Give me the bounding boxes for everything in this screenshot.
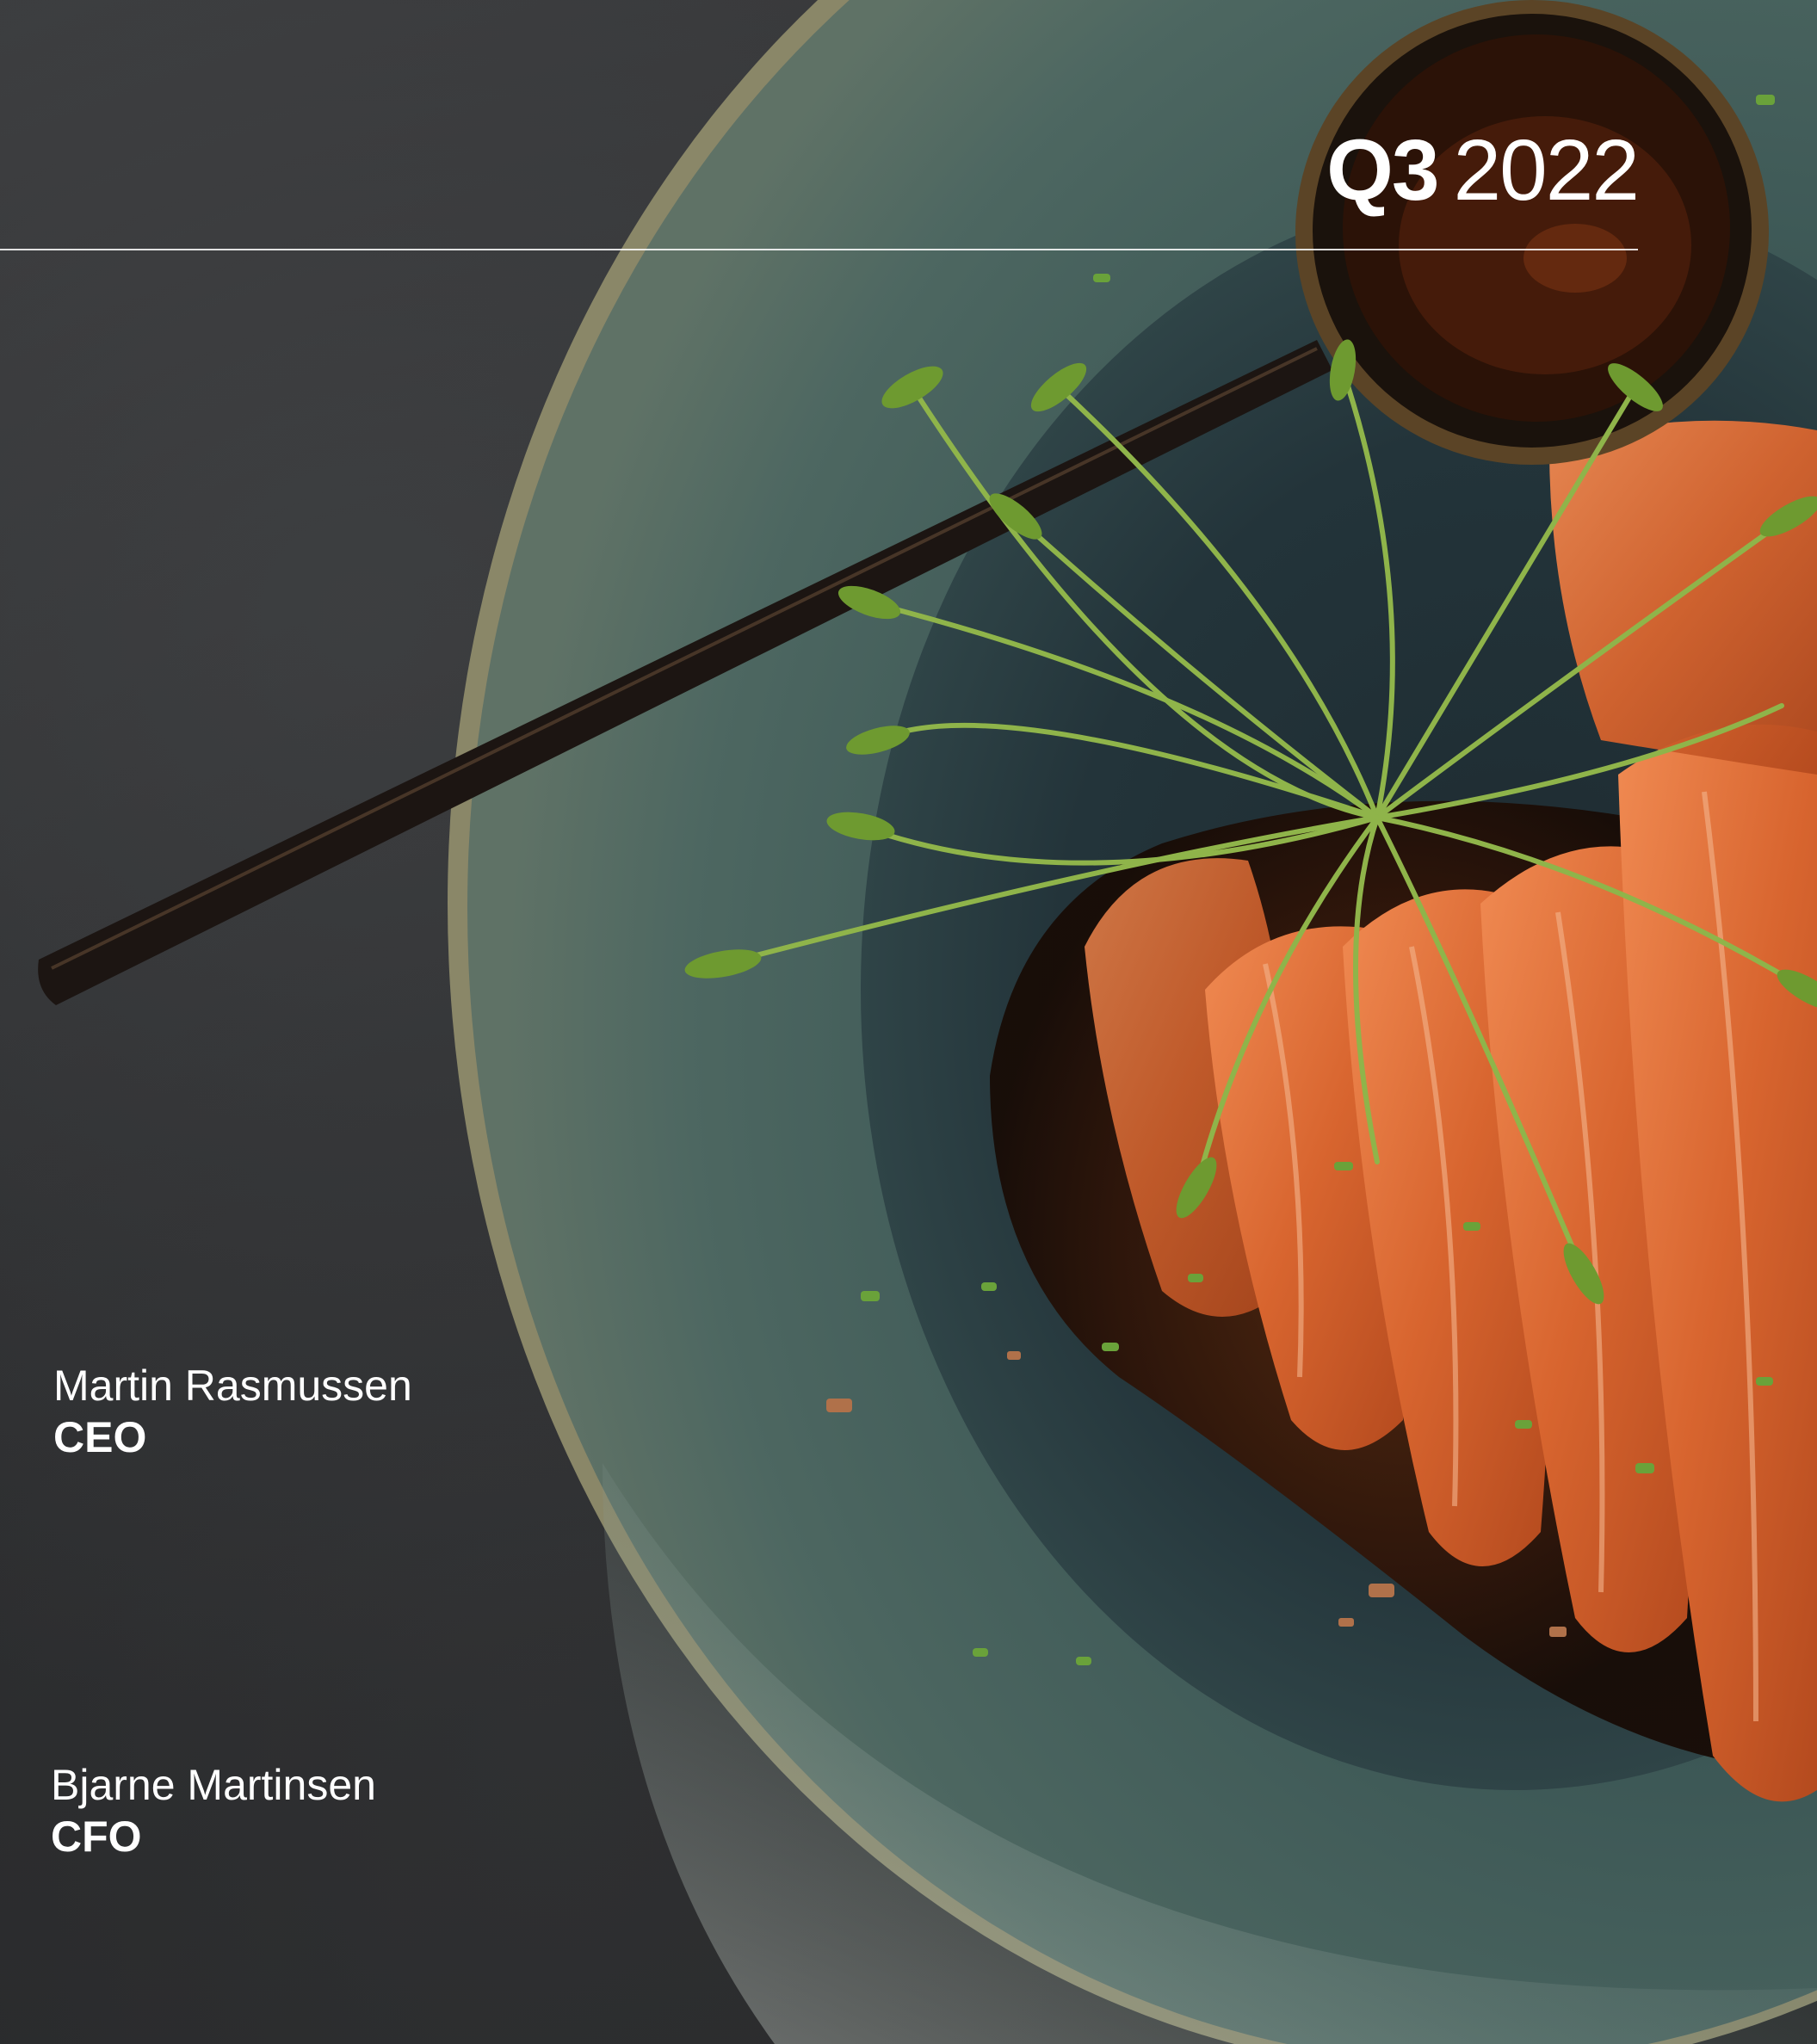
executive-role: CFO	[51, 1812, 142, 1861]
executive-name: Bjarne Martinsen	[51, 1761, 376, 1809]
spoon-bowl	[1295, 0, 1769, 465]
executive-ceo: Martin Rasmussen CEO	[53, 1360, 412, 1463]
quarter-label: Q3	[1326, 122, 1439, 219]
executive-role: CEO	[53, 1413, 147, 1461]
report-period: Q3 2022	[1326, 127, 1640, 213]
header-divider	[0, 249, 1638, 250]
report-cover: Q3 2022 Martin Rasmussen CEO Bjarne Marti…	[0, 0, 1817, 2044]
executive-name: Martin Rasmussen	[53, 1362, 412, 1410]
year-label: 2022	[1453, 122, 1640, 219]
executive-cfo: Bjarne Martinsen CFO	[51, 1759, 376, 1862]
sashimi-photo	[38, 0, 1817, 2044]
